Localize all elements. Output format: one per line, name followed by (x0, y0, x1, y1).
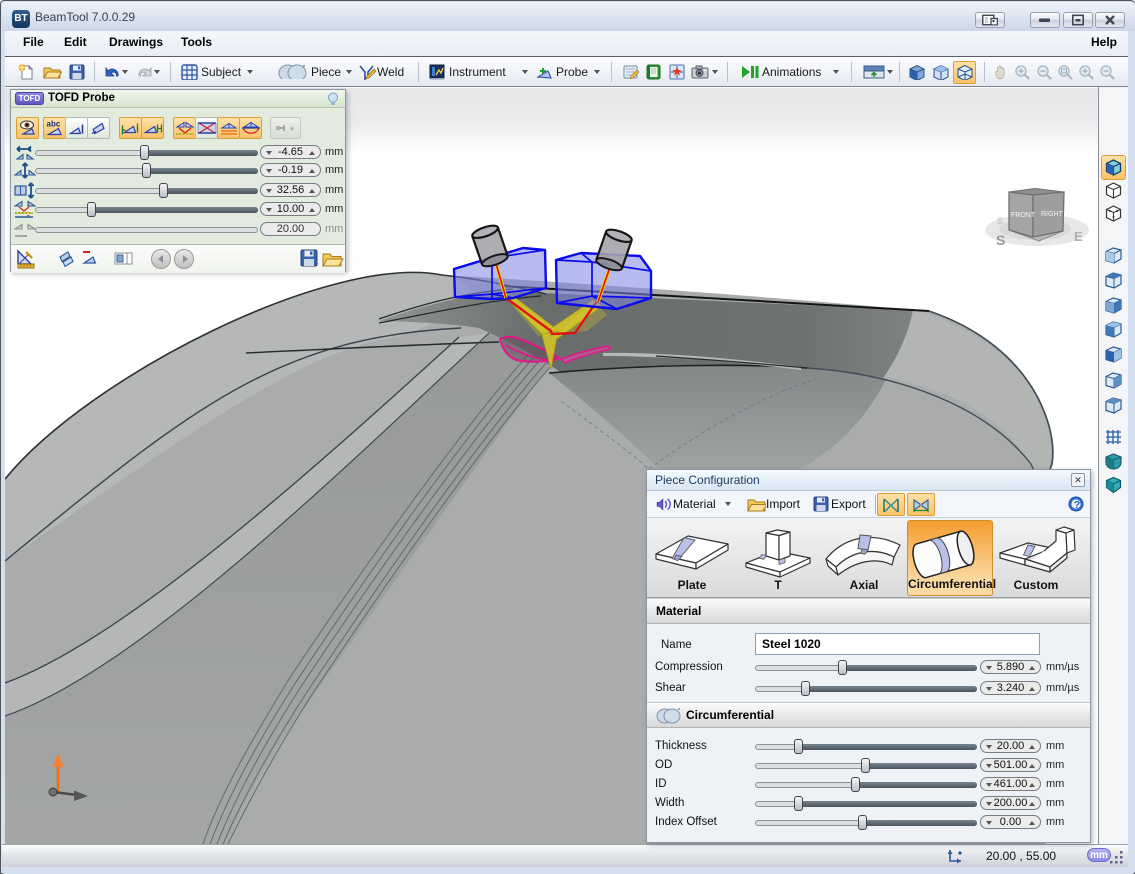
svg-text:E: E (1074, 229, 1083, 244)
svg-text:?: ? (1074, 499, 1080, 511)
svg-text:S: S (996, 232, 1005, 248)
svg-text:abc: abc (46, 120, 60, 129)
svg-text:FRONT: FRONT (1011, 212, 1036, 219)
svg-text:RIGHT: RIGHT (1041, 211, 1064, 218)
svg-text:S: S (997, 216, 1003, 226)
